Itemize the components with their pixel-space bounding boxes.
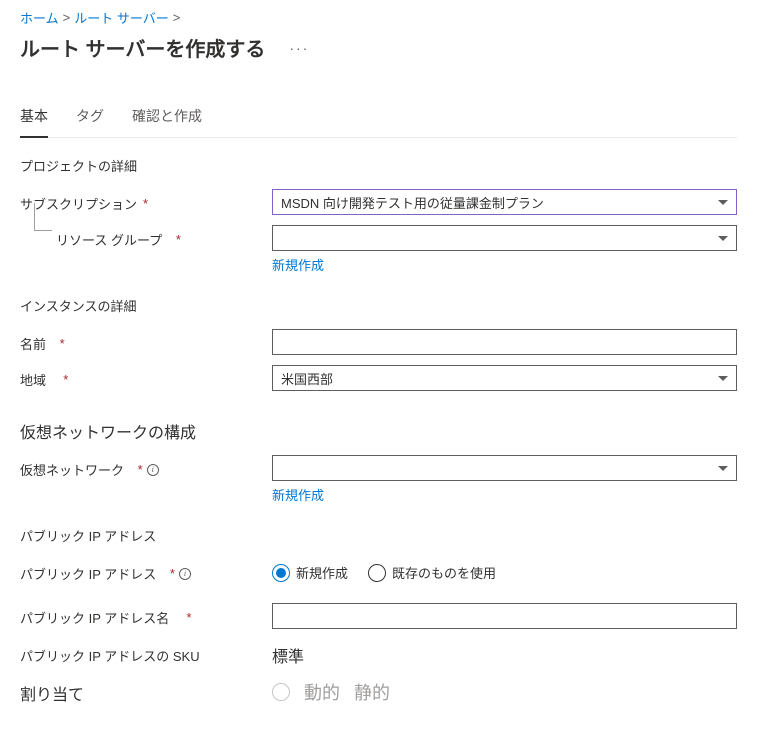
select-region[interactable]: 米国西部 [272,365,737,391]
row-region: 地域 * 米国西部 [20,365,737,393]
select-resource-group[interactable] [272,225,737,251]
row-public-ip-name: パブリック IP アドレス名 * [20,603,737,631]
row-name: 名前 * [20,329,737,357]
chevron-down-icon [718,236,728,241]
label-public-ip-name: パブリック IP アドレス名 * [20,603,272,627]
tab-basic[interactable]: 基本 [20,106,48,138]
row-subscription: サブスクリプション* MSDN 向け開発テスト用の従量課金制プラン [20,189,737,217]
tab-review-create[interactable]: 確認と作成 [132,106,202,138]
row-vnet: 仮想ネットワーク * i 新規作成 [20,455,737,504]
radio-allocation-dynamic [272,683,290,701]
row-resource-group: リソース グループ * 新規作成 [20,225,737,274]
radio-label-new: 新規作成 [296,563,348,582]
indent-line [34,203,52,231]
chevron-down-icon [718,200,728,205]
tabs: 基本 タグ 確認と作成 [20,106,737,138]
breadcrumb-route-server[interactable]: ルート サーバー [74,8,168,27]
radio-public-ip-new[interactable] [272,564,290,582]
row-allocation: 割り当て 動的 静的 [20,679,737,707]
value-public-ip-sku: 標準 [272,641,737,667]
label-allocation: 割り当て [20,679,272,705]
info-icon[interactable]: i [147,464,159,476]
radio-label-static: 静的 [354,679,390,705]
row-public-ip-address: パブリック IP アドレス * i 新規作成 既存のものを使用 [20,559,737,587]
tab-tags[interactable]: タグ [76,106,104,138]
breadcrumb: ホーム > ルート サーバー > [20,8,737,27]
info-icon[interactable]: i [179,568,191,580]
radio-label-dynamic: 動的 [304,679,340,705]
select-subscription-value: MSDN 向け開発テスト用の従量課金制プラン [281,193,544,212]
row-public-ip-sku: パブリック IP アドレスの SKU 標準 [20,641,737,669]
select-subscription[interactable]: MSDN 向け開発テスト用の従量課金制プラン [272,189,737,215]
radio-group-public-ip: 新規作成 既存のものを使用 [272,559,737,582]
breadcrumb-home[interactable]: ホーム [20,8,59,27]
chevron-down-icon [718,376,728,381]
chevron-right-icon: > [63,10,71,25]
chevron-down-icon [718,466,728,471]
select-vnet[interactable] [272,455,737,481]
link-create-new-rg[interactable]: 新規作成 [272,255,324,274]
section-project-details: プロジェクトの詳細 [20,156,737,175]
input-public-ip-name[interactable] [272,603,737,629]
label-name: 名前 * [20,329,272,353]
input-name[interactable] [272,329,737,355]
chevron-right-icon: > [173,10,181,25]
label-vnet: 仮想ネットワーク * i [20,455,272,479]
label-public-ip-sku: パブリック IP アドレスの SKU [20,641,272,665]
radio-label-existing: 既存のものを使用 [392,563,496,582]
select-region-value: 米国西部 [281,369,333,388]
more-button[interactable]: ··· [289,40,309,56]
section-vnet-config: 仮想ネットワークの構成 [20,419,737,443]
label-resource-group: リソース グループ * [20,225,272,249]
section-public-ip: パブリック IP アドレス [20,526,737,545]
page-title: ルート サーバーを作成する [20,33,265,62]
label-public-ip-address: パブリック IP アドレス * i [20,559,272,583]
radio-group-allocation: 動的 静的 [272,679,737,705]
link-create-new-vnet[interactable]: 新規作成 [272,485,324,504]
label-subscription: サブスクリプション* [20,189,272,213]
label-region: 地域 * [20,365,272,389]
section-instance-details: インスタンスの詳細 [20,296,737,315]
title-row: ルート サーバーを作成する ··· [20,33,737,62]
radio-public-ip-existing[interactable] [368,564,386,582]
